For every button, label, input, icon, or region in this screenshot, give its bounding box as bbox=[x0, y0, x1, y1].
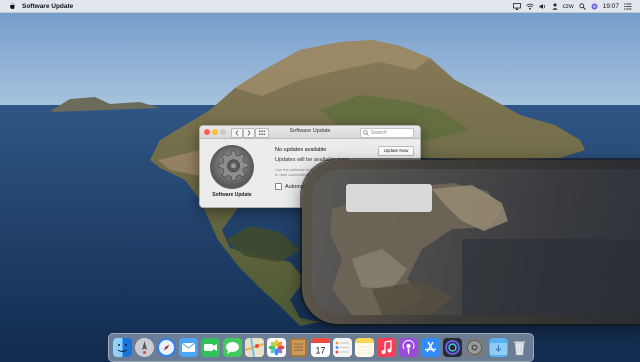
search-icon bbox=[363, 130, 369, 136]
window-toolbar: Software Update Search bbox=[200, 126, 420, 139]
search-icon[interactable] bbox=[579, 2, 586, 10]
status-headline: No updates available bbox=[275, 147, 327, 153]
launchpad-icon[interactable] bbox=[135, 338, 154, 357]
downloads-folder-icon[interactable] bbox=[489, 338, 508, 357]
active-app-name[interactable]: Software Update bbox=[22, 3, 73, 10]
update-now-button[interactable]: Update Now bbox=[378, 146, 414, 156]
app-store-icon[interactable] bbox=[421, 338, 440, 357]
auto-update-checkbox[interactable] bbox=[275, 183, 282, 190]
notification-center-icon[interactable] bbox=[624, 2, 632, 10]
facetime-icon[interactable] bbox=[201, 338, 220, 357]
maps-icon[interactable] bbox=[245, 338, 264, 357]
software-update-panel-icon: Software Update bbox=[208, 144, 256, 204]
notes-icon[interactable] bbox=[355, 338, 374, 357]
overlay-panel bbox=[302, 160, 640, 324]
photos-icon[interactable] bbox=[267, 338, 286, 357]
search-placeholder: Search bbox=[371, 130, 387, 136]
menubar-user-name[interactable]: czw bbox=[563, 3, 574, 10]
reminders-icon[interactable] bbox=[333, 338, 352, 357]
apple-menu-icon[interactable] bbox=[8, 2, 16, 10]
podcasts-icon[interactable] bbox=[399, 338, 418, 357]
menu-bar: Software Update czw 19:07 bbox=[0, 0, 640, 13]
trash-icon[interactable] bbox=[510, 338, 529, 357]
overlay-content bbox=[312, 169, 640, 315]
svg-text:17: 17 bbox=[315, 346, 325, 356]
mail-icon[interactable] bbox=[179, 338, 198, 357]
volume-icon[interactable] bbox=[539, 3, 547, 10]
system-preferences-icon[interactable] bbox=[465, 338, 484, 357]
siri-icon[interactable] bbox=[591, 3, 598, 10]
panel-caption: Software Update bbox=[212, 192, 252, 198]
messages-icon[interactable] bbox=[223, 338, 242, 357]
calendar-icon[interactable]: 17 bbox=[311, 338, 330, 357]
gear-icon bbox=[210, 145, 254, 189]
overlay-blank-box bbox=[346, 184, 432, 212]
airplay-icon[interactable] bbox=[512, 2, 521, 10]
finder-icon[interactable] bbox=[113, 338, 132, 357]
safari-icon[interactable] bbox=[157, 338, 176, 357]
wifi-icon[interactable] bbox=[525, 3, 534, 10]
menubar-clock[interactable]: 19:07 bbox=[603, 3, 619, 10]
notes-brown-icon[interactable] bbox=[289, 338, 308, 357]
dock: 17 bbox=[108, 333, 534, 362]
screen-time-icon[interactable] bbox=[443, 338, 462, 357]
user-icon[interactable] bbox=[551, 3, 558, 10]
search-field[interactable]: Search bbox=[360, 128, 414, 138]
music-icon[interactable] bbox=[377, 338, 396, 357]
